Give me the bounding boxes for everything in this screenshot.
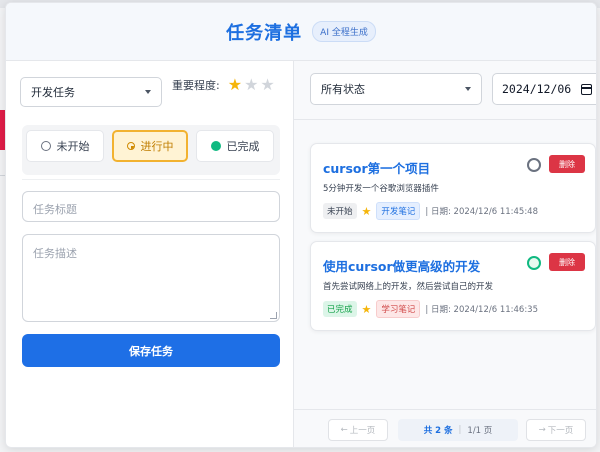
resize-handle-icon[interactable] [270,312,277,319]
task-meta: 未开始 ★ 开发笔记 | 日期: 2024/12/6 11:45:48 [323,202,538,220]
date-filter-input[interactable]: 2024/12/06 [492,73,596,105]
task-description-textarea[interactable]: 任务描述 [22,234,280,322]
task-card: cursor第一个项目 删除 5分钟开发一个谷歌浏览器插件 未开始 ★ 开发笔记… [310,143,596,233]
tag-badge: 开发笔记 [376,202,421,220]
category-select-value: 开发任务 [31,86,75,99]
chevron-down-icon [145,90,151,94]
task-list-panel: 所有状态 2024/12/06 cursor第一个项目 删除 5分钟开发一个谷歌… [294,61,596,447]
task-card: 使用cursor做更高级的开发 删除 首先尝试网络上的开发，然后尝试自己的开发 … [310,241,596,331]
total-count: 共 2 条 [423,426,453,436]
status-filter-value: 所有状态 [321,83,365,96]
task-title: cursor第一个项目 [323,161,431,176]
ai-generated-badge: AI 全程生成 [312,21,376,42]
pager-divider [294,409,596,410]
filter-divider [294,119,596,120]
save-task-button[interactable]: 保存任务 [22,334,280,367]
task-description: 5分钟开发一个谷歌浏览器插件 [323,184,439,194]
page-title: 任务清单 [226,22,303,44]
status-toggle-icon[interactable] [527,256,541,270]
green-dot-icon [210,141,221,151]
calendar-icon[interactable] [581,84,592,95]
status-filter-select[interactable]: 所有状态 [310,73,482,105]
delete-task-button[interactable]: 删除 [549,155,585,173]
star-icon[interactable]: ★ [228,77,242,93]
status-badge: 未开始 [323,203,357,219]
status-option-label: 未开始 [56,140,90,153]
status-not-started-button[interactable]: 未开始 [26,130,104,162]
status-option-label: 进行中 [140,140,174,153]
status-in-progress-button[interactable]: 进行中 [112,130,188,162]
star-icon: ★ [361,302,372,316]
status-option-label: 已完成 [226,140,260,153]
half-circle-icon [126,142,135,150]
importance-rating: 重要程度: ★ ★ ★ [172,77,275,93]
star-icon: ★ [361,204,372,218]
prev-page-label: 上一页 [349,426,376,436]
task-title-placeholder: 任务标题 [33,203,77,216]
task-form-panel: 开发任务 重要程度: ★ ★ ★ 未开始 进行中 已完成 任务标题 任务描述 保… [6,61,294,447]
page-indicator: 1/1 页 [467,426,493,436]
star-icon[interactable]: ★ [260,77,274,93]
arrow-right-icon: → [538,425,546,435]
importance-label: 重要程度: [172,79,220,92]
date-filter-value: 2024/12/06 [502,82,572,96]
prev-page-button[interactable]: ← 上一页 [328,419,388,441]
chevron-down-icon [465,87,471,91]
task-description: 首先尝试网络上的开发，然后尝试自己的开发 [323,282,494,292]
empty-circle-icon [40,141,51,151]
arrow-left-icon: ← [340,425,348,435]
status-completed-button[interactable]: 已完成 [196,130,274,162]
category-select[interactable]: 开发任务 [20,77,162,107]
task-date: | 日期: 2024/12/6 11:46:35 [425,305,538,315]
next-page-button[interactable]: → 下一页 [526,419,586,441]
star-icon[interactable]: ★ [244,77,258,93]
status-toggle-icon[interactable] [527,158,541,172]
next-page-label: 下一页 [547,426,574,436]
task-title: 使用cursor做更高级的开发 [323,259,481,274]
status-selector: 未开始 进行中 已完成 [22,125,280,175]
pager-separator: | [458,425,462,435]
form-divider [22,179,280,180]
task-date: | 日期: 2024/12/6 11:45:48 [425,207,538,217]
popup-header: 任务清单 AI 全程生成 [6,3,596,61]
delete-task-button[interactable]: 删除 [549,253,585,271]
pagination-info: 共 2 条 | 1/1 页 [398,419,518,441]
task-description-placeholder: 任务描述 [33,247,77,260]
tag-badge: 学习笔记 [376,300,421,318]
task-title-input[interactable]: 任务标题 [22,191,280,222]
task-meta: 已完成 ★ 学习笔记 | 日期: 2024/12/6 11:46:35 [323,300,538,318]
extension-popup: 任务清单 AI 全程生成 开发任务 重要程度: ★ ★ ★ 未开始 进行中 已完… [5,2,597,448]
status-badge: 已完成 [323,301,357,317]
